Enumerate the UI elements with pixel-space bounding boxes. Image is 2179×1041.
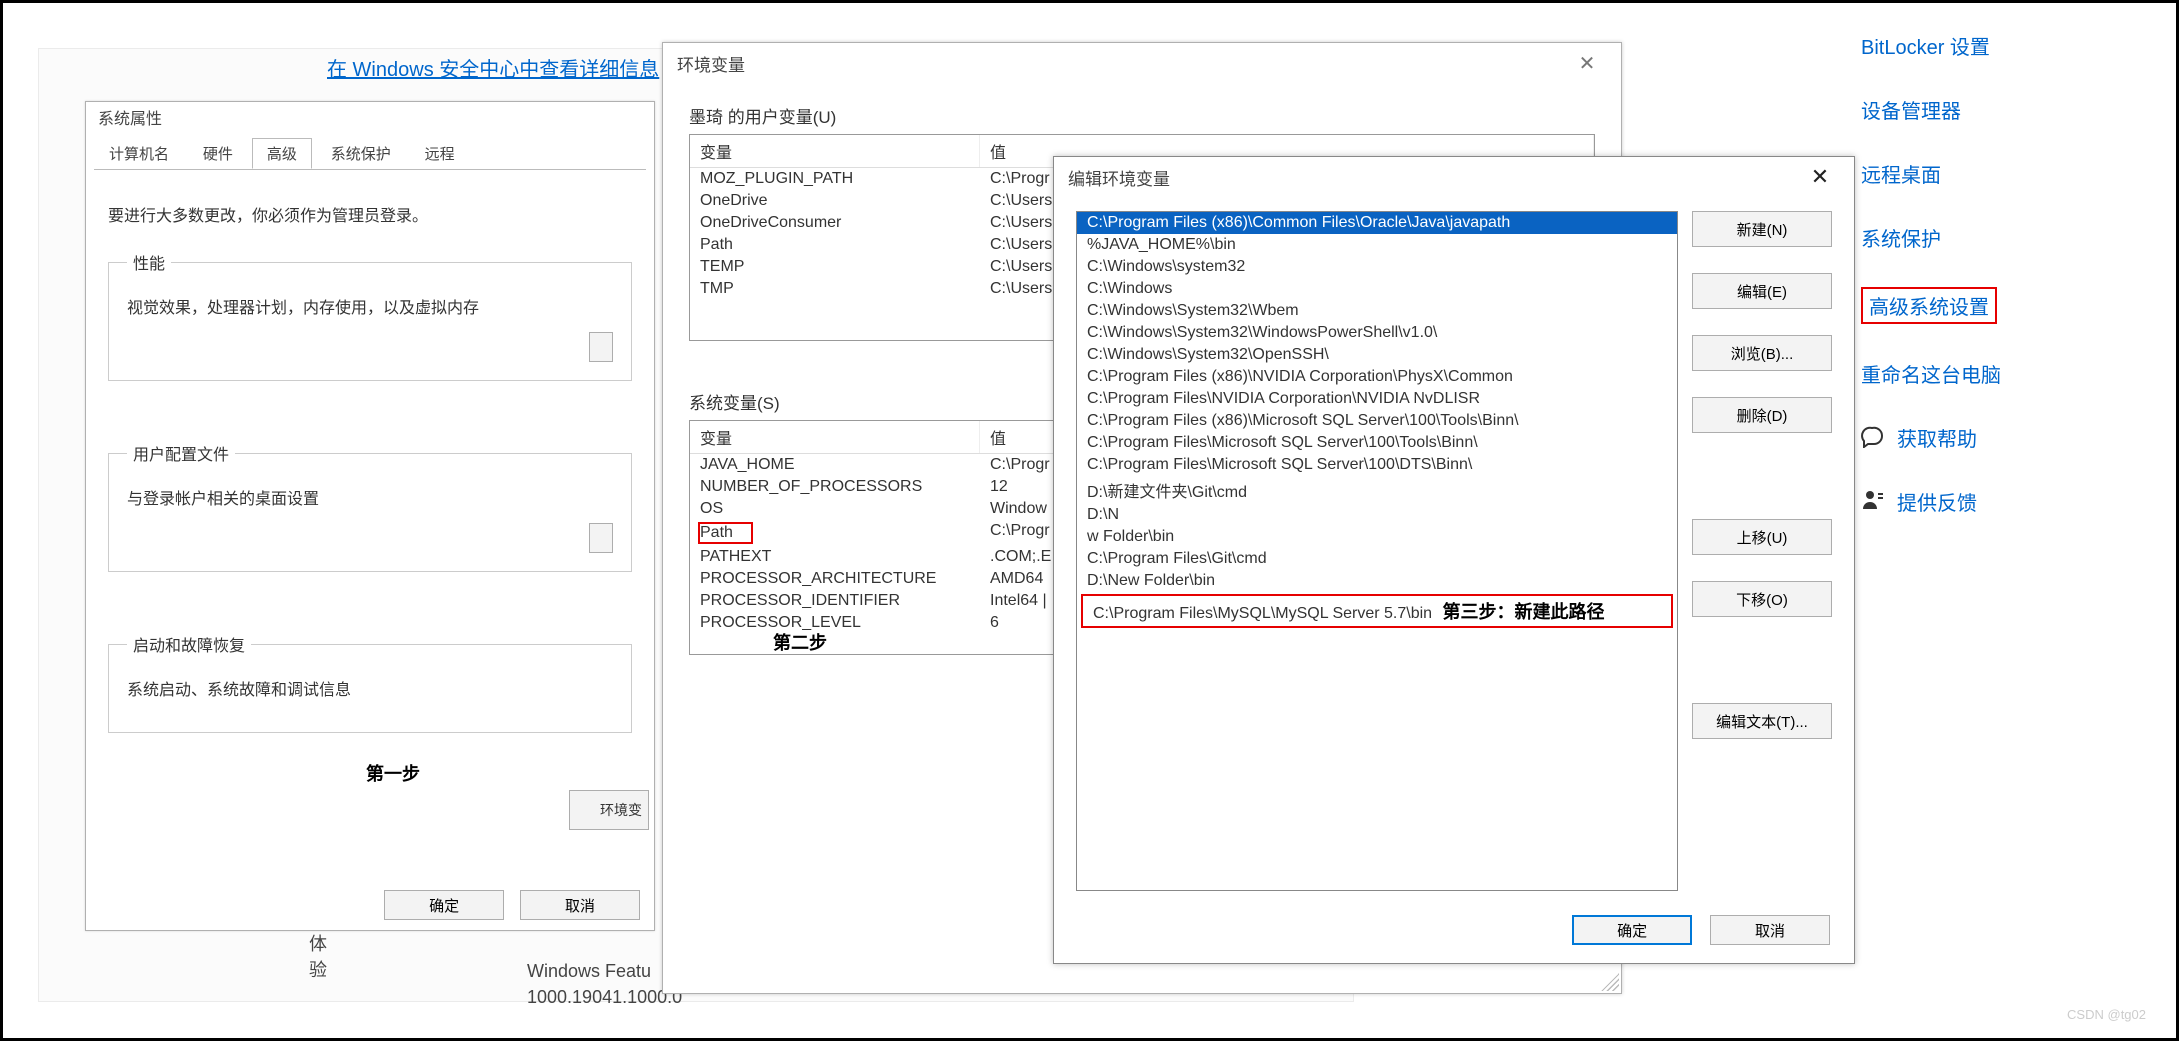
user-profiles-legend: 用户配置文件 [127,441,235,465]
list-item[interactable]: C:\Program Files\Microsoft SQL Server\10… [1077,454,1677,476]
step1-label: 第一步 [366,760,420,786]
list-item[interactable]: D:\N [1077,504,1677,526]
tab-system-protection[interactable]: 系统保护 [316,138,406,169]
edit-env-var-dialog: 编辑环境变量 ✕ C:\Program Files (x86)\Common F… [1053,156,1855,964]
list-item[interactable]: D:\New Folder\bin [1077,570,1677,592]
list-item[interactable]: C:\Windows\system32 [1077,256,1677,278]
list-item[interactable]: %JAVA_HOME%\bin [1077,234,1677,256]
user-profiles-settings-button[interactable] [589,523,613,553]
edit-text-button[interactable]: 编辑文本(T)... [1692,703,1832,739]
tab-remote[interactable]: 远程 [410,138,470,169]
link-remote-desktop[interactable]: 远程桌面 [1861,159,2066,188]
move-down-button[interactable]: 下移(O) [1692,581,1832,617]
link-bitlocker[interactable]: BitLocker 设置 [1861,31,2066,60]
list-item[interactable]: D:\新建文件夹\Git\cmd [1077,476,1677,504]
list-item[interactable]: C:\Program Files (x86)\Microsoft SQL Ser… [1077,410,1677,432]
list-item[interactable]: C:\Program Files (x86)\Common Files\Orac… [1077,212,1677,234]
path-list[interactable]: C:\Program Files (x86)\Common Files\Orac… [1076,211,1678,891]
new-button[interactable]: 新建(N) [1692,211,1832,247]
admin-note: 要进行大多数更改，你必须作为管理员登录。 [108,202,632,226]
watermark: CSDN @tg02 [2067,1007,2146,1022]
list-item[interactable]: C:\Program Files\Microsoft SQL Server\10… [1077,432,1677,454]
experience-label: 体验 [309,930,327,982]
link-advanced-system-highlight: 高级系统设置 [1861,287,1997,324]
chat-bubble-icon [1861,424,1885,451]
sysprops-ok-button[interactable]: 确定 [384,890,504,920]
editenv-ok-button[interactable]: 确定 [1572,915,1692,945]
performance-legend: 性能 [127,250,171,274]
list-item[interactable]: w Folder\bin [1077,526,1677,548]
tab-hardware[interactable]: 硬件 [188,138,248,169]
list-item[interactable]: C:\Windows [1077,278,1677,300]
tab-computer-name[interactable]: 计算机名 [94,138,184,169]
editenv-title: 编辑环境变量 [1068,165,1170,190]
startup-recovery-desc: 系统启动、系统故障和调试信息 [127,676,613,700]
version-text: 1000.19041.1000.0 [527,987,682,1008]
environment-variables-button-highlight: 环境变 [569,790,649,830]
col-variable: 变量 [690,135,980,167]
link-get-help[interactable]: 获取帮助 [1897,423,1977,452]
list-item[interactable]: C:\Windows\System32\Wbem [1077,300,1677,322]
sysprops-cancel-button[interactable]: 取消 [520,890,640,920]
settings-sidebar: BitLocker 设置 设备管理器 远程桌面 系统保护 高级系统设置 重命名这… [1861,31,2066,551]
browse-button[interactable]: 浏览(B)... [1692,335,1832,371]
delete-button[interactable]: 删除(D) [1692,397,1832,433]
envvars-title: 环境变量 [677,51,745,76]
user-profiles-desc: 与登录帐户相关的桌面设置 [127,485,613,509]
link-system-protection[interactable]: 系统保护 [1861,223,2066,252]
step2-label: 第二步 [773,629,827,655]
performance-desc: 视觉效果，处理器计划，内存使用，以及虚拟内存 [127,294,613,318]
list-item[interactable]: C:\Program Files\NVIDIA Corporation\NVID… [1077,388,1677,410]
environment-variables-button[interactable]: 环境变 [600,800,642,820]
list-item[interactable]: C:\Windows\System32\WindowsPowerShell\v1… [1077,322,1677,344]
path-variable-highlight: Path [698,522,753,544]
envvars-close-button[interactable]: ✕ [1567,51,1607,76]
person-icon [1861,488,1885,515]
list-item[interactable]: C:\Program Files\MySQL\MySQL Server 5.7\… [1081,594,1673,628]
security-center-details-link[interactable]: 在 Windows 安全中心中查看详细信息 [327,53,659,82]
edit-button[interactable]: 编辑(E) [1692,273,1832,309]
resize-grip[interactable] [1601,973,1619,991]
feature-text: Windows Featu [527,961,651,982]
editenv-cancel-button[interactable]: 取消 [1710,915,1830,945]
system-properties-dialog: 系统属性 计算机名 硬件 高级 系统保护 远程 要进行大多数更改，你必须作为管理… [85,101,655,931]
step3-label: 第三步：新建此路径 [1443,602,1605,622]
user-vars-section-title: 墨琦 的用户变量(U) [689,103,1595,128]
sysprops-tabs: 计算机名 硬件 高级 系统保护 远程 [94,138,646,170]
link-give-feedback[interactable]: 提供反馈 [1897,487,1977,516]
link-advanced-system-settings[interactable]: 高级系统设置 [1869,291,1989,320]
startup-recovery-legend: 启动和故障恢复 [127,632,251,656]
link-rename-pc[interactable]: 重命名这台电脑 [1861,359,2066,388]
performance-settings-button[interactable] [589,332,613,362]
move-up-button[interactable]: 上移(U) [1692,519,1832,555]
list-item[interactable]: C:\Program Files\Git\cmd [1077,548,1677,570]
tab-advanced[interactable]: 高级 [252,138,312,169]
link-device-manager[interactable]: 设备管理器 [1861,95,2066,124]
list-item[interactable]: C:\Windows\System32\OpenSSH\ [1077,344,1677,366]
list-item[interactable]: C:\Program Files (x86)\NVIDIA Corporatio… [1077,366,1677,388]
editenv-side-buttons: 新建(N) 编辑(E) 浏览(B)... 删除(D) 上移(U) 下移(O) 编… [1692,211,1832,891]
sysprops-title: 系统属性 [86,102,654,138]
editenv-close-button[interactable]: ✕ [1800,164,1840,190]
col-variable: 变量 [690,421,980,453]
